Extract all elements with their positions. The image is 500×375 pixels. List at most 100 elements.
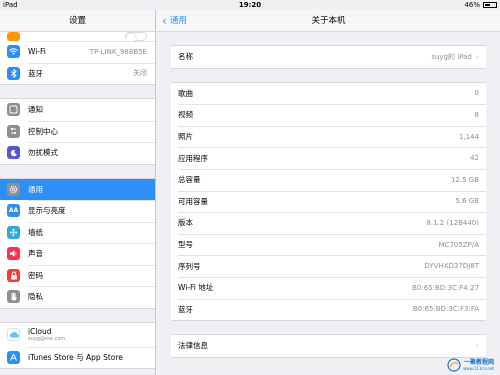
sidebar-item-label: 显示与亮度 <box>28 206 66 216</box>
info-row-applications: 应用程序 42 <box>171 147 486 169</box>
row-value: 8.1.2 (12B440) <box>426 218 479 227</box>
status-time: 19:20 <box>238 1 262 9</box>
info-row-model: 型号 MC705ZP/A <box>171 233 486 256</box>
info-row-photos: 照片 1,144 <box>171 125 486 148</box>
device-name-value: suyg的 iPad › <box>431 51 479 61</box>
lock-icon <box>7 268 20 282</box>
notification-icon <box>7 103 20 117</box>
sidebar-item-label: iTunes Store 与 App Store <box>28 352 123 362</box>
privacy-hand-icon <box>7 290 20 304</box>
sidebar-item-label: Wi-Fi <box>28 47 46 57</box>
sidebar-item-label: 勿扰模式 <box>28 148 58 158</box>
page-title: 关于本机 <box>311 16 346 26</box>
do-not-disturb-icon <box>7 146 20 160</box>
watermark-text: 一聚教程网 <box>463 359 494 366</box>
sidebar-item-wifi[interactable]: Wi-Fi TP-LINK_988B5E <box>0 41 155 63</box>
status-bar: iPad 19:20 46% <box>0 0 500 10</box>
sound-icon <box>7 247 20 261</box>
info-section: 歌曲 0 视频 8 照片 1,144 应用程序 42 总容量 12.5 GB 可用容量 5.… <box>171 81 486 322</box>
sidebar-item-label: 密码 <box>28 270 43 280</box>
row-label: 序列号 <box>178 261 201 271</box>
sidebar-item-label: 通用 <box>28 184 43 194</box>
sidebar-item-passcode[interactable]: 密码 <box>0 264 155 287</box>
name-row[interactable]: 名称 suyg的 iPad › <box>171 46 486 68</box>
legal-chevron: › <box>472 341 486 350</box>
info-row-wifi-address: Wi-Fi 地址 B0:65:BD:3C:F4:27 <box>171 276 486 299</box>
row-value: 5.6 GB <box>455 197 479 206</box>
row-label: 蓝牙 <box>178 304 193 314</box>
row-label: 视频 <box>178 110 193 120</box>
battery-percent: 46% <box>464 1 480 9</box>
info-row-serial: 序列号 DYVHXD37DJ8T <box>171 255 486 277</box>
row-value: B0:65:BD:3C:F3:FA <box>412 305 479 314</box>
sidebar-group-accounts: iCloud suyg@me.com iTunes Store 与 App St… <box>0 321 155 369</box>
row-label: 版本 <box>178 218 193 228</box>
sidebar-item-display[interactable]: AA 显示与亮度 <box>0 200 155 222</box>
row-label: 歌曲 <box>178 88 193 98</box>
icloud-account-email: suyg@me.com <box>28 336 66 342</box>
chevron-right-icon: › <box>475 341 479 351</box>
sidebar-item-label: iCloud <box>28 327 52 336</box>
sidebar-group-general: 通用 AA 显示与亮度 墙纸 声音 密码 隐私 <box>0 177 155 309</box>
row-value: MC705ZP/A <box>438 240 479 249</box>
row-label: 名称 <box>178 52 193 62</box>
sidebar-item-wallpaper[interactable]: 墙纸 <box>0 221 155 244</box>
sidebar-item-label: 墙纸 <box>28 227 43 237</box>
navigation-bar: ‹ 通用 关于本机 <box>157 10 500 32</box>
row-value: B0:65:BD:3C:F4:27 <box>412 283 479 292</box>
sidebar-item-sounds[interactable]: 声音 <box>0 243 155 265</box>
sidebar-item-control-center[interactable]: 控制中心 <box>0 120 155 143</box>
airplane-icon <box>7 32 20 41</box>
row-label: 型号 <box>178 240 193 250</box>
info-row-songs: 歌曲 0 <box>171 83 486 105</box>
row-label: 总容量 <box>178 175 201 185</box>
control-center-icon <box>7 124 20 138</box>
settings-sidebar: 设置 Wi-Fi TP-LINK_988B5E 蓝牙 关闭 通知 控制中心 勿扰… <box>0 10 156 375</box>
watermark: 一聚教程网 www.111cn.net <box>447 358 494 372</box>
wifi-network-value: TP-LINK_988B5E <box>89 47 147 56</box>
bluetooth-icon <box>7 66 20 80</box>
sidebar-item-bluetooth[interactable]: 蓝牙 关闭 <box>0 62 155 85</box>
sidebar-item-privacy[interactable]: 隐私 <box>0 286 155 308</box>
chevron-right-icon: › <box>475 51 479 61</box>
row-label: 可用容量 <box>178 196 208 206</box>
icloud-icon <box>7 328 20 341</box>
back-button[interactable]: ‹ 通用 <box>162 10 187 32</box>
row-value: 1,144 <box>458 132 479 141</box>
brightness-icon: AA <box>7 204 20 218</box>
sidebar-item-itunes-app-store[interactable]: iTunes Store 与 App Store <box>0 346 155 369</box>
gear-icon <box>7 182 20 196</box>
sidebar-item-label: 蓝牙 <box>28 68 43 78</box>
legal-row[interactable]: 法律信息 › <box>171 335 486 357</box>
row-value: 12.5 GB <box>450 175 479 184</box>
info-row-capacity: 总容量 12.5 GB <box>171 168 486 191</box>
watermark-logo-icon <box>447 358 461 372</box>
row-label: Wi-Fi 地址 <box>178 283 214 293</box>
sidebar-item-label: 控制中心 <box>28 126 58 136</box>
app-store-icon <box>7 350 20 364</box>
airplane-toggle[interactable] <box>125 32 147 41</box>
row-value: 8 <box>474 110 479 119</box>
bluetooth-status-value: 关闭 <box>133 69 147 78</box>
sidebar-item-general[interactable]: 通用 <box>0 178 155 200</box>
legal-section: 法律信息 › <box>171 334 486 358</box>
row-label: 照片 <box>178 132 193 142</box>
info-row-videos: 视频 8 <box>171 104 486 126</box>
sidebar-group-network: Wi-Fi TP-LINK_988B5E 蓝牙 关闭 <box>0 32 155 85</box>
sidebar-item-notifications[interactable]: 通知 <box>0 99 155 121</box>
row-label: 法律信息 <box>178 341 208 351</box>
battery-icon <box>483 2 497 8</box>
sidebar-item-label: 通知 <box>28 105 43 115</box>
sidebar-item-do-not-disturb[interactable]: 勿扰模式 <box>0 142 155 164</box>
watermark-url: www.111cn.net <box>463 366 494 371</box>
sidebar-item-label: 声音 <box>28 249 43 259</box>
sidebar-item-label: 隐私 <box>28 292 43 302</box>
status-right: 46% <box>464 0 497 10</box>
sidebar-item-icloud[interactable]: iCloud suyg@me.com <box>0 323 155 347</box>
back-button-label: 通用 <box>169 16 187 26</box>
sidebar-item-airplane[interactable] <box>0 32 155 41</box>
row-label: 应用程序 <box>178 153 208 163</box>
sidebar-group-notifications: 通知 控制中心 勿扰模式 <box>0 98 155 165</box>
about-panel: ‹ 通用 关于本机 名称 suyg的 iPad › 歌曲 0 视频 8 照片 1,144… <box>157 10 500 375</box>
row-value: DYVHXD37DJ8T <box>424 262 479 271</box>
